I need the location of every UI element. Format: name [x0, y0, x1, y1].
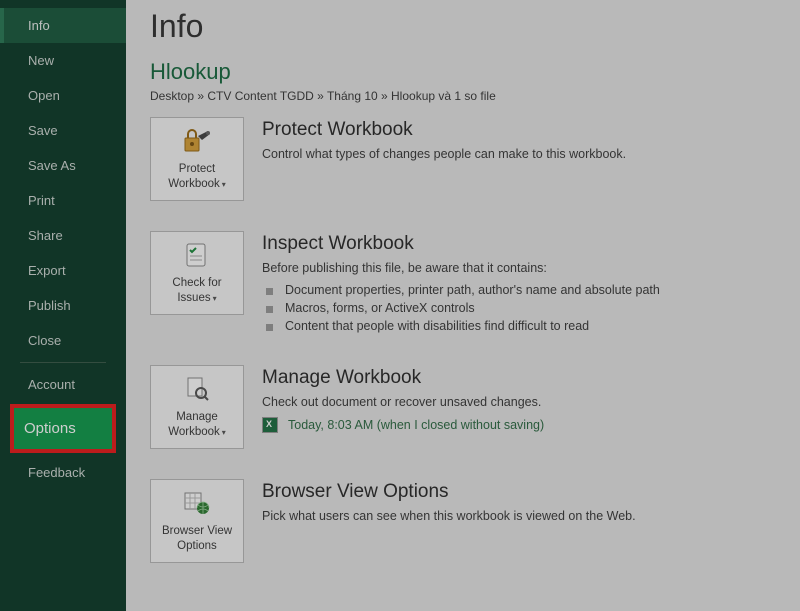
lock-key-icon: [182, 126, 212, 156]
version-entry[interactable]: Today, 8:03 AM (when I closed without sa…: [262, 415, 776, 433]
page-title: Info: [150, 8, 776, 45]
inspect-bullets: Document properties, printer path, autho…: [262, 281, 776, 335]
protect-workbook-tile[interactable]: Protect Workbook▾: [150, 117, 244, 201]
manage-workbook-tile[interactable]: Manage Workbook▾: [150, 365, 244, 449]
sidebar-item-feedback[interactable]: Feedback: [0, 455, 126, 490]
section-title: Inspect Workbook: [262, 233, 776, 255]
sidebar-item-options[interactable]: Options: [14, 408, 112, 449]
section-title: Browser View Options: [262, 481, 776, 503]
list-item: Document properties, printer path, autho…: [266, 281, 776, 299]
breadcrumb: Desktop » CTV Content TGDD » Tháng 10 » …: [150, 89, 776, 103]
excel-icon: [262, 417, 278, 433]
section-desc: Pick what users can see when this workbo…: [262, 509, 776, 523]
section-title: Manage Workbook: [262, 367, 776, 389]
browser-view-section: Browser View Options Browser View Option…: [150, 479, 776, 563]
document-name: Hlookup: [150, 59, 776, 85]
sidebar-item-open[interactable]: Open: [0, 78, 126, 113]
inspect-workbook-section: Check for Issues▾ Inspect Workbook Befor…: [150, 231, 776, 335]
globe-sheet-icon: [183, 488, 211, 518]
check-for-issues-tile[interactable]: Check for Issues▾: [150, 231, 244, 315]
sidebar-divider: [20, 362, 106, 363]
tile-label: Protect Workbook▾: [155, 162, 239, 192]
sidebar-item-close[interactable]: Close: [0, 323, 126, 358]
backstage-sidebar: Info New Open Save Save As Print Share E…: [0, 0, 126, 611]
checklist-icon: [184, 240, 210, 270]
sidebar-item-new[interactable]: New: [0, 43, 126, 78]
protect-workbook-section: Protect Workbook▾ Protect Workbook Contr…: [150, 117, 776, 201]
manage-workbook-section: Manage Workbook▾ Manage Workbook Check o…: [150, 365, 776, 449]
sidebar-item-print[interactable]: Print: [0, 183, 126, 218]
sidebar-item-share[interactable]: Share: [0, 218, 126, 253]
sidebar-item-account[interactable]: Account: [0, 367, 126, 402]
sidebar-item-info[interactable]: Info: [0, 8, 126, 43]
sidebar-item-save-as[interactable]: Save As: [0, 148, 126, 183]
sidebar-item-publish[interactable]: Publish: [0, 288, 126, 323]
browser-view-options-tile[interactable]: Browser View Options: [150, 479, 244, 563]
document-magnify-icon: [184, 374, 210, 404]
sidebar-item-save[interactable]: Save: [0, 113, 126, 148]
section-desc: Control what types of changes people can…: [262, 147, 776, 161]
list-item: Content that people with disabilities fi…: [266, 317, 776, 335]
list-item: Macros, forms, or ActiveX controls: [266, 299, 776, 317]
section-desc: Before publishing this file, be aware th…: [262, 261, 776, 275]
section-desc: Check out document or recover unsaved ch…: [262, 395, 776, 409]
tile-label: Check for Issues▾: [155, 276, 239, 306]
tile-label: Manage Workbook▾: [155, 410, 239, 440]
main-panel: Info Hlookup Desktop » CTV Content TGDD …: [126, 0, 800, 611]
section-title: Protect Workbook: [262, 119, 776, 141]
tile-label: Browser View Options: [155, 524, 239, 554]
sidebar-item-export[interactable]: Export: [0, 253, 126, 288]
